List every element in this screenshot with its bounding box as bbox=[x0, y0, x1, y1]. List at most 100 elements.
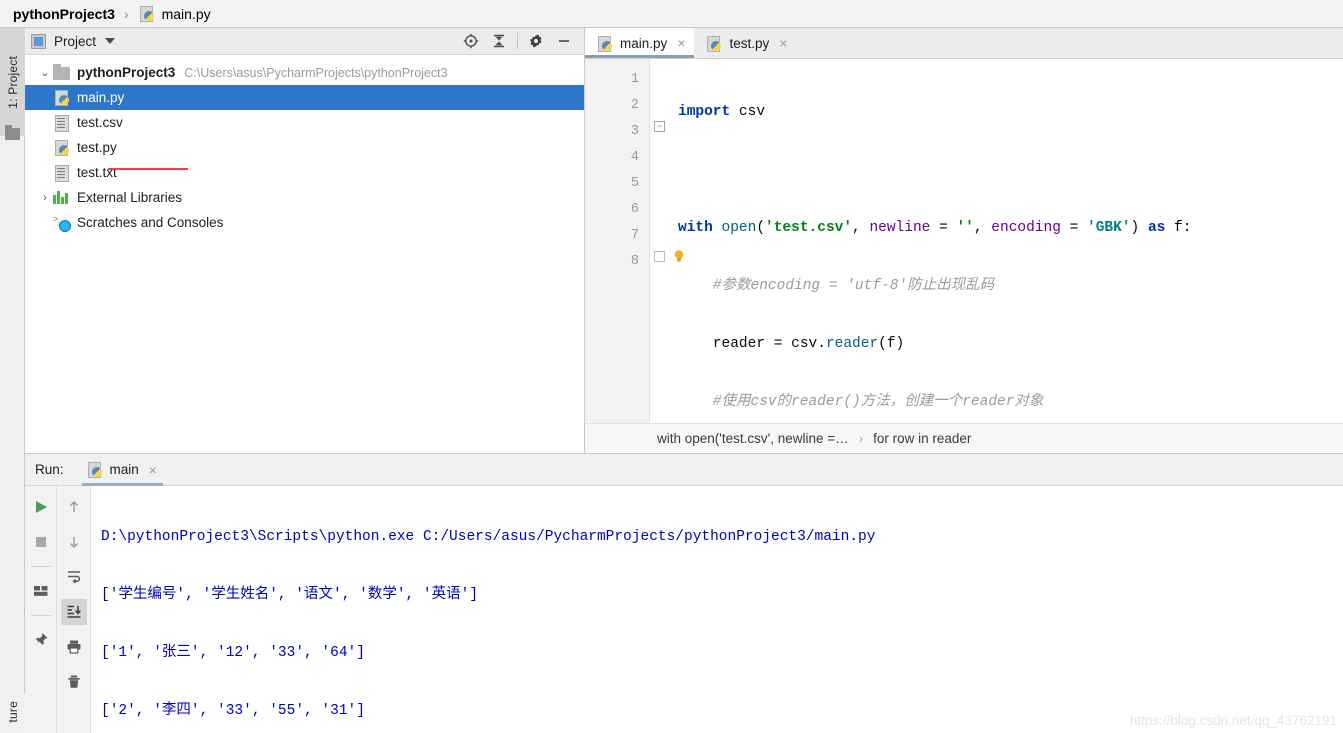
sidebar-tab-structure[interactable]: ture bbox=[0, 693, 25, 733]
tree-item-external-libraries[interactable]: › External Libraries bbox=[25, 185, 584, 210]
close-icon[interactable]: × bbox=[149, 463, 157, 477]
tab-label: main.py bbox=[620, 35, 668, 51]
run-toolbar-right bbox=[57, 486, 91, 733]
sidebar-tab-project-label: 1: Project bbox=[5, 55, 20, 109]
python-file-icon bbox=[86, 461, 103, 478]
collapse-all-icon[interactable] bbox=[485, 29, 513, 54]
code-fold-end-icon[interactable] bbox=[654, 251, 665, 262]
run-panel: Run: main × D:\pythonProject3\Scripts\py… bbox=[25, 453, 1343, 733]
breadcrumb-file[interactable]: main.py bbox=[162, 6, 211, 22]
editor-breadcrumb-item-1[interactable]: with open('test.csv', newline =… bbox=[657, 431, 849, 446]
tree-item-label: External Libraries bbox=[77, 190, 183, 205]
editor-tab-bar: main.py × test.py × bbox=[585, 28, 1343, 59]
editor-breadcrumb-bar: with open('test.csv', newline =… › for r… bbox=[585, 423, 1343, 453]
python-file-icon bbox=[138, 5, 155, 22]
line-number: 4 bbox=[630, 150, 639, 165]
library-icon bbox=[53, 189, 70, 206]
editor-breadcrumb-item-2[interactable]: for row in reader bbox=[873, 431, 971, 446]
text-file-icon bbox=[53, 164, 70, 182]
code-fold-icon[interactable]: − bbox=[654, 121, 665, 132]
line-number: 8 bbox=[630, 254, 639, 269]
toolbar-divider bbox=[30, 615, 51, 616]
python-file-icon bbox=[596, 35, 613, 52]
project-tree: ⌄ pythonProject3 C:\Users\asus\PycharmPr… bbox=[25, 55, 584, 235]
trash-icon[interactable] bbox=[61, 669, 87, 695]
chevron-down-icon[interactable] bbox=[105, 38, 116, 44]
code-editor[interactable]: 1 2 3 4 5 6 7 8 − import csv with open('… bbox=[585, 59, 1343, 453]
arrow-up-icon[interactable] bbox=[61, 494, 87, 520]
line-number: 5 bbox=[630, 176, 639, 191]
scroll-to-end-icon[interactable] bbox=[60, 599, 87, 625]
project-panel-title: Project bbox=[54, 33, 97, 49]
toolbar-divider bbox=[30, 566, 51, 567]
minimize-icon[interactable] bbox=[550, 29, 578, 54]
tree-item-scratches-and-consoles[interactable]: Scratches and Consoles bbox=[25, 210, 584, 235]
tree-item-main-py[interactable]: main.py bbox=[25, 85, 584, 110]
watermark: https://blog.csdn.net/qq_43762191 bbox=[1129, 713, 1337, 728]
breadcrumb-project[interactable]: pythonProject3 bbox=[13, 6, 115, 22]
chevron-down-icon[interactable]: ⌄ bbox=[37, 66, 53, 79]
tab-test-py[interactable]: test.py × bbox=[694, 28, 796, 58]
project-panel-toolbar bbox=[457, 29, 578, 54]
chevron-right-icon: › bbox=[858, 431, 864, 446]
tree-item-project-root[interactable]: ⌄ pythonProject3 C:\Users\asus\PycharmPr… bbox=[25, 60, 584, 85]
breadcrumb-separator-icon: › bbox=[123, 5, 129, 22]
tree-item-test-py[interactable]: test.py bbox=[25, 135, 584, 160]
run-tab-main[interactable]: main × bbox=[81, 454, 164, 486]
layout-icon[interactable] bbox=[28, 578, 54, 604]
python-file-icon bbox=[705, 35, 722, 52]
soft-wrap-icon[interactable] bbox=[61, 564, 87, 590]
pycharm-window: pythonProject3 › main.py 1: Project ture… bbox=[0, 0, 1343, 733]
text-file-icon bbox=[53, 114, 70, 132]
project-panel-header: Project bbox=[25, 28, 584, 55]
sidebar-tab-project[interactable]: 1: Project bbox=[0, 28, 25, 136]
run-panel-label: Run: bbox=[35, 462, 64, 477]
run-icon[interactable] bbox=[28, 494, 54, 520]
fold-gutter[interactable]: − bbox=[650, 59, 684, 453]
locate-icon[interactable] bbox=[457, 29, 485, 54]
code-line-5: reader = csv.reader(f) bbox=[678, 336, 905, 352]
python-file-icon bbox=[53, 89, 70, 106]
line-number: 3 bbox=[630, 124, 639, 139]
console-output[interactable]: D:\pythonProject3\Scripts\python.exe C:/… bbox=[91, 486, 1343, 733]
line-number: 7 bbox=[630, 228, 639, 243]
console-line: D:\pythonProject3\Scripts\python.exe C:/… bbox=[101, 529, 876, 545]
folder-icon bbox=[53, 64, 70, 80]
line-number-gutter: 1 2 3 4 5 6 7 8 bbox=[585, 59, 650, 453]
code-line-1: import csv bbox=[678, 104, 766, 120]
tree-item-test-csv[interactable]: test.csv bbox=[25, 110, 584, 135]
console-line: ['1', '张三', '12', '33', '64'] bbox=[101, 645, 365, 661]
arrow-down-icon[interactable] bbox=[61, 529, 87, 555]
breadcrumb: pythonProject3 › main.py bbox=[0, 0, 1343, 28]
code-line-6: #使用csv的reader()方法，创建一个reader对象 bbox=[672, 389, 1343, 415]
sidebar-tab-structure-label: ture bbox=[5, 701, 20, 723]
line-number: 2 bbox=[630, 98, 639, 113]
run-panel-body: D:\pythonProject3\Scripts\python.exe C:/… bbox=[25, 486, 1343, 733]
chevron-right-icon[interactable]: › bbox=[37, 192, 53, 204]
code-line-3: with open('test.csv', newline = '', enco… bbox=[678, 220, 1192, 236]
folder-icon bbox=[5, 125, 20, 140]
tab-label: test.py bbox=[729, 35, 770, 51]
tree-item-label: main.py bbox=[77, 90, 125, 105]
code-line-4: #参数encoding = 'utf-8'防止出现乱码 bbox=[672, 273, 1343, 299]
left-tool-strip: 1: Project ture bbox=[0, 28, 25, 733]
tree-item-label: test.py bbox=[77, 140, 117, 155]
pin-icon[interactable] bbox=[28, 627, 54, 653]
gear-icon[interactable] bbox=[522, 29, 550, 54]
code-comment: #参数encoding = 'utf-8'防止出现乱码 bbox=[678, 278, 995, 294]
print-icon[interactable] bbox=[61, 634, 87, 660]
code-content[interactable]: import csv with open('test.csv', newline… bbox=[672, 59, 1343, 453]
line-number: 1 bbox=[630, 72, 639, 87]
tab-main-py[interactable]: main.py × bbox=[585, 28, 695, 58]
toolbar-divider bbox=[517, 33, 518, 49]
close-icon[interactable]: × bbox=[677, 36, 685, 50]
tree-item-label: Scratches and Consoles bbox=[77, 215, 224, 230]
tree-item-test-txt[interactable]: test.txt bbox=[25, 160, 584, 185]
run-toolbar-left bbox=[25, 486, 57, 733]
close-icon[interactable]: × bbox=[779, 36, 787, 50]
editor-area: main.py × test.py × 1 2 3 4 5 6 7 8 − im… bbox=[585, 28, 1343, 453]
tree-item-path: C:\Users\asus\PycharmProjects\pythonProj… bbox=[184, 65, 448, 80]
project-panel: Project ⌄ pythonProject3 C:\Users\asus\P… bbox=[25, 28, 585, 453]
stop-icon[interactable] bbox=[28, 529, 54, 555]
line-number: 6 bbox=[630, 202, 639, 217]
